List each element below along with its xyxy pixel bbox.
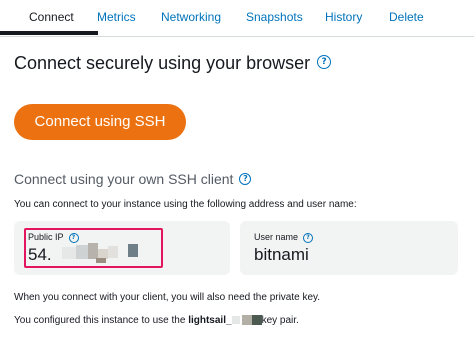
tab-delete[interactable]: Delete	[389, 10, 424, 24]
key-pair-note-prefix: You configured this instance to use the	[14, 315, 189, 326]
user-name-label-text: User name	[254, 232, 299, 242]
active-tab-indicator	[0, 31, 98, 35]
key-pair-name[interactable]: lightsail_	[188, 315, 231, 326]
user-name-label: User name?	[254, 232, 314, 243]
ssh-client-heading: Connect using your own SSH client?	[14, 171, 252, 187]
tab-bar: Connect Metrics Networking Snapshots His…	[0, 0, 474, 37]
help-icon[interactable]: ?	[317, 55, 332, 70]
tab-networking[interactable]: Networking	[161, 10, 221, 24]
help-icon[interactable]: ?	[303, 232, 314, 243]
user-name-value: bitnami	[254, 245, 309, 264]
tab-connect[interactable]: Connect	[29, 10, 74, 24]
browser-connect-heading-text: Connect securely using your browser	[14, 53, 311, 73]
browser-connect-heading: Connect securely using your browser?	[14, 53, 332, 74]
help-icon[interactable]: ?	[239, 173, 252, 186]
key-pair-note: You configured this instance to use the …	[14, 315, 299, 326]
connection-description: You can connect to your instance using t…	[14, 199, 357, 210]
key-pair-redaction	[231, 315, 262, 326]
key-pair-note-suffix: key pair.	[261, 315, 299, 326]
ssh-client-heading-text: Connect using your own SSH client	[14, 171, 234, 187]
user-name-card: User name? bitnami	[240, 221, 458, 275]
private-key-note: When you connect with your client, you w…	[14, 292, 321, 303]
connect-ssh-button[interactable]: Connect using SSH	[14, 104, 186, 140]
tab-metrics[interactable]: Metrics	[97, 10, 136, 24]
tab-snapshots[interactable]: Snapshots	[246, 10, 303, 24]
public-ip-highlight-box	[24, 228, 163, 268]
tab-history[interactable]: History	[325, 10, 362, 24]
